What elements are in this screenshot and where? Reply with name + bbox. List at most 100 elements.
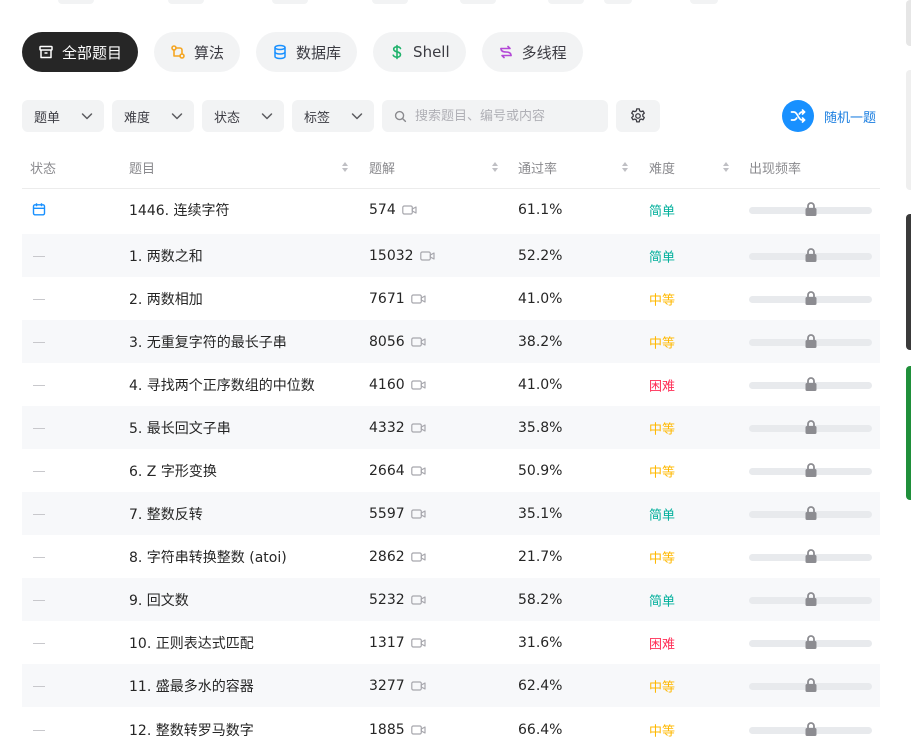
solution-count-value: 2664: [369, 462, 405, 479]
list-dropdown[interactable]: 题单: [22, 100, 104, 132]
table-row[interactable]: 1446. 连续字符 574 61.1% 简单: [22, 188, 880, 232]
table-row[interactable]: 10. 正则表达式匹配 1317 31.6% 困难: [22, 621, 880, 664]
problem-title-link[interactable]: 5. 最长回文子串: [129, 418, 231, 438]
category-algorithm[interactable]: 算法: [154, 32, 241, 72]
cutoff-tab: [372, 0, 408, 4]
category-concurrency[interactable]: 多线程: [481, 32, 583, 72]
problem-title-link[interactable]: 8. 字符串转换整数 (atoi): [129, 547, 287, 567]
problem-title-link[interactable]: 1. 两数之和: [129, 246, 203, 266]
lock-icon[interactable]: [804, 376, 818, 392]
random-problem-button[interactable]: 随机一题: [782, 100, 876, 132]
solution-count[interactable]: 1885: [369, 722, 426, 738]
solution-count[interactable]: 574: [369, 202, 417, 218]
sort-icon[interactable]: [722, 161, 730, 173]
solution-count[interactable]: 15032: [369, 248, 435, 264]
status-dropdown[interactable]: 状态: [202, 100, 284, 132]
problem-title-link[interactable]: 6. Z 字形变换: [129, 461, 217, 481]
category-label: 算法: [194, 43, 225, 62]
column-frequency: 出现频率: [749, 162, 802, 177]
solution-count[interactable]: 7671: [369, 291, 426, 307]
solution-count[interactable]: 8056: [369, 334, 426, 350]
calendar-icon[interactable]: [32, 202, 46, 216]
lock-icon[interactable]: [804, 419, 818, 435]
solution-count-value: 3277: [369, 677, 405, 694]
table-row[interactable]: 12. 整数转罗马数字 1885 66.4% 中等: [22, 707, 880, 752]
category-all[interactable]: 全部题目: [22, 32, 139, 72]
filter-bar: 题单 难度 状态 标签: [22, 100, 660, 132]
video-icon: [410, 680, 426, 691]
lock-icon[interactable]: [804, 201, 818, 217]
cutoff-tab: [460, 0, 496, 4]
lock-icon[interactable]: [804, 548, 818, 564]
lock-icon[interactable]: [804, 290, 818, 306]
cutoff-tab: [272, 0, 308, 4]
lock-icon[interactable]: [804, 462, 818, 478]
lock-icon[interactable]: [804, 634, 818, 650]
sort-icon[interactable]: [491, 161, 499, 173]
difficulty-label: 困难: [649, 637, 676, 652]
table-row[interactable]: 2. 两数相加 7671 41.0% 中等: [22, 277, 880, 320]
status-none-icon: [33, 341, 45, 343]
solution-count[interactable]: 3277: [369, 678, 426, 694]
table-row[interactable]: 5. 最长回文子串 4332 35.8% 中等: [22, 406, 880, 449]
video-icon: [410, 379, 426, 390]
table-header: 状态 题目 题解 通过率 难度 出现频率: [22, 146, 880, 189]
lock-icon[interactable]: [804, 247, 818, 263]
column-difficulty[interactable]: 难度: [649, 158, 675, 177]
shuffle-button[interactable]: [782, 100, 814, 132]
table-row[interactable]: 9. 回文数 5232 58.2% 简单: [22, 578, 880, 621]
sort-icon[interactable]: [621, 161, 629, 173]
lock-icon[interactable]: [804, 677, 818, 693]
acceptance-rate: 52.2%: [518, 247, 563, 264]
lock-icon[interactable]: [804, 721, 818, 737]
table-row[interactable]: 11. 盛最多水的容器 3277 62.4% 中等: [22, 664, 880, 707]
video-icon: [410, 594, 426, 605]
status-none-icon: [33, 384, 45, 386]
category-database[interactable]: 数据库: [256, 32, 358, 72]
difficulty-dropdown[interactable]: 难度: [112, 100, 194, 132]
solution-count[interactable]: 2862: [369, 549, 426, 565]
table-row[interactable]: 6. Z 字形变换 2664 50.9% 中等: [22, 449, 880, 492]
solution-count[interactable]: 2664: [369, 463, 426, 479]
problem-title-link[interactable]: 9. 回文数: [129, 590, 189, 610]
category-shell[interactable]: Shell: [373, 32, 466, 72]
column-title[interactable]: 题目: [129, 158, 155, 177]
problem-title-link[interactable]: 12. 整数转罗马数字: [129, 720, 254, 740]
problem-title-link[interactable]: 11. 盛最多水的容器: [129, 676, 254, 696]
acceptance-rate: 41.0%: [518, 290, 563, 307]
lock-icon[interactable]: [804, 505, 818, 521]
problem-title-link[interactable]: 10. 正则表达式匹配: [129, 633, 254, 653]
search-input[interactable]: [415, 108, 595, 124]
solution-count[interactable]: 5597: [369, 506, 426, 522]
dollar-icon: [392, 44, 402, 60]
solution-count[interactable]: 5232: [369, 592, 426, 608]
problem-title-link[interactable]: 7. 整数反转: [129, 504, 203, 524]
category-tabs: 全部题目 算法 数据库 Shell 多线程: [22, 32, 583, 72]
table-row[interactable]: 7. 整数反转 5597 35.1% 简单: [22, 492, 880, 535]
table-row[interactable]: 3. 无重复字符的最长子串 8056 38.2% 中等: [22, 320, 880, 363]
video-icon: [410, 336, 426, 347]
column-acceptance[interactable]: 通过率: [518, 158, 557, 177]
dropdown-label: 难度: [124, 110, 151, 126]
side-panel-edge: [906, 214, 911, 350]
problem-title-link[interactable]: 2. 两数相加: [129, 289, 203, 309]
table-row[interactable]: 8. 字符串转换整数 (atoi) 2862 21.7% 中等: [22, 535, 880, 578]
lock-icon[interactable]: [804, 333, 818, 349]
random-problem-label[interactable]: 随机一题: [824, 107, 876, 126]
tags-dropdown[interactable]: 标签: [292, 100, 374, 132]
solution-count[interactable]: 1317: [369, 635, 426, 651]
settings-button[interactable]: [616, 100, 660, 132]
cutoff-tab: [548, 0, 584, 4]
problem-title-link[interactable]: 1446. 连续字符: [129, 200, 230, 220]
side-panel-edge: [906, 0, 911, 46]
dropdown-label: 标签: [304, 110, 331, 126]
lock-icon[interactable]: [804, 591, 818, 607]
problem-title-link[interactable]: 3. 无重复字符的最长子串: [129, 332, 287, 352]
sort-icon[interactable]: [341, 161, 349, 173]
table-row[interactable]: 4. 寻找两个正序数组的中位数 4160 41.0% 困难: [22, 363, 880, 406]
table-row[interactable]: 1. 两数之和 15032 52.2% 简单: [22, 234, 880, 277]
problem-title-link[interactable]: 4. 寻找两个正序数组的中位数: [129, 375, 315, 395]
solution-count[interactable]: 4160: [369, 377, 426, 393]
solution-count[interactable]: 4332: [369, 420, 426, 436]
column-solutions[interactable]: 题解: [369, 158, 395, 177]
